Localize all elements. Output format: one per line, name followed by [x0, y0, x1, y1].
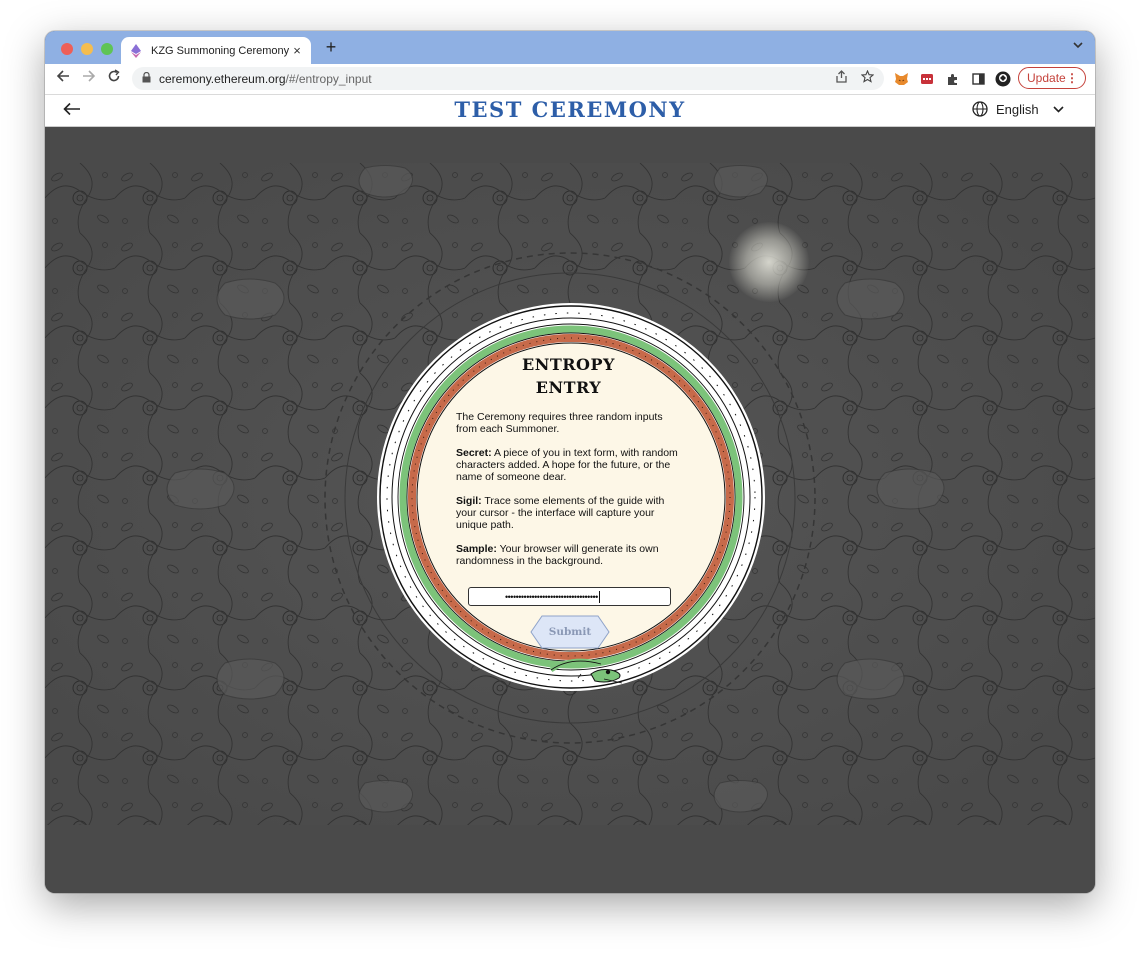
secret-label: Secret: — [456, 447, 492, 459]
secret-password-input[interactable]: ••••••••••••••••••••••••••••••••••• — [468, 587, 671, 606]
ceremony-content: ENTROPY ENTRY The Ceremony requires thre… — [45, 127, 1095, 893]
card-title: ENTROPY ENTRY — [456, 353, 681, 399]
card-title-line-1: ENTROPY — [522, 355, 615, 374]
url-path: /#/entropy_input — [285, 71, 372, 86]
metamask-extension-icon[interactable] — [893, 71, 909, 87]
extensions-puzzle-icon[interactable] — [944, 71, 960, 87]
secret-input-value: ••••••••••••••••••••••••••••••••••• — [505, 591, 598, 602]
minimize-window-button[interactable] — [81, 43, 93, 55]
tab-title: KZG Summoning Ceremony — [151, 44, 289, 57]
sigil-description: Sigil: Trace some elements of the guide … — [456, 495, 681, 531]
submit-button[interactable]: Submit — [530, 615, 610, 649]
bookmark-star-icon[interactable] — [860, 69, 875, 86]
browser-window: KZG Summoning Ceremony × + ceremony.ethe… — [45, 31, 1095, 893]
browser-tab[interactable]: KZG Summoning Ceremony × — [121, 37, 311, 64]
submit-label: Submit — [548, 626, 592, 638]
browser-toolbar: ceremony.ethereum.org/#/entropy_input Up… — [45, 64, 1095, 95]
close-window-button[interactable] — [61, 43, 73, 55]
chevron-down-icon — [1053, 105, 1064, 113]
profile-avatar-icon[interactable] — [995, 71, 1011, 87]
sigil-text: Trace some elements of the guide with yo… — [456, 495, 665, 531]
share-icon[interactable] — [836, 70, 847, 86]
ethereum-favicon-icon — [129, 43, 143, 58]
update-label: Update — [1027, 71, 1066, 85]
address-bar[interactable]: ceremony.ethereum.org/#/entropy_input — [132, 67, 884, 90]
language-label: English — [996, 101, 1039, 117]
card-title-line-2: ENTRY — [535, 378, 602, 397]
language-selector[interactable]: English — [972, 101, 1064, 117]
secret-description: Secret: A piece of you in text form, wit… — [456, 447, 681, 483]
globe-icon — [972, 101, 988, 117]
kebab-menu-icon[interactable]: ⋮ — [1066, 71, 1078, 85]
forward-icon[interactable] — [79, 69, 99, 87]
update-button[interactable]: Update ⋮ — [1018, 67, 1086, 89]
back-icon[interactable] — [53, 69, 73, 87]
intro-text: The Ceremony requires three random input… — [456, 411, 663, 435]
tab-close-icon[interactable]: × — [289, 43, 305, 58]
app-header: TEST CEREMONY English — [45, 95, 1095, 127]
new-tab-button[interactable]: + — [321, 37, 341, 58]
tab-strip: KZG Summoning Ceremony × + — [45, 31, 1095, 64]
red-extension-icon[interactable] — [919, 71, 935, 87]
sample-description: Sample: Your browser will generate its o… — [456, 543, 681, 567]
maximize-window-button[interactable] — [101, 43, 113, 55]
page-title: TEST CEREMONY — [454, 97, 686, 122]
text-caret — [598, 590, 600, 603]
reload-icon[interactable] — [104, 69, 124, 87]
glow-orb — [729, 222, 809, 302]
sigil-label: Sigil: — [456, 495, 482, 507]
tab-search-icon[interactable] — [1073, 40, 1083, 52]
entropy-card: ENTROPY ENTRY The Ceremony requires thre… — [456, 353, 681, 579]
url-host: ceremony.ethereum.org — [159, 71, 286, 86]
sample-label: Sample: — [456, 543, 497, 555]
lock-icon[interactable] — [142, 71, 151, 86]
side-panel-icon[interactable] — [970, 71, 986, 87]
